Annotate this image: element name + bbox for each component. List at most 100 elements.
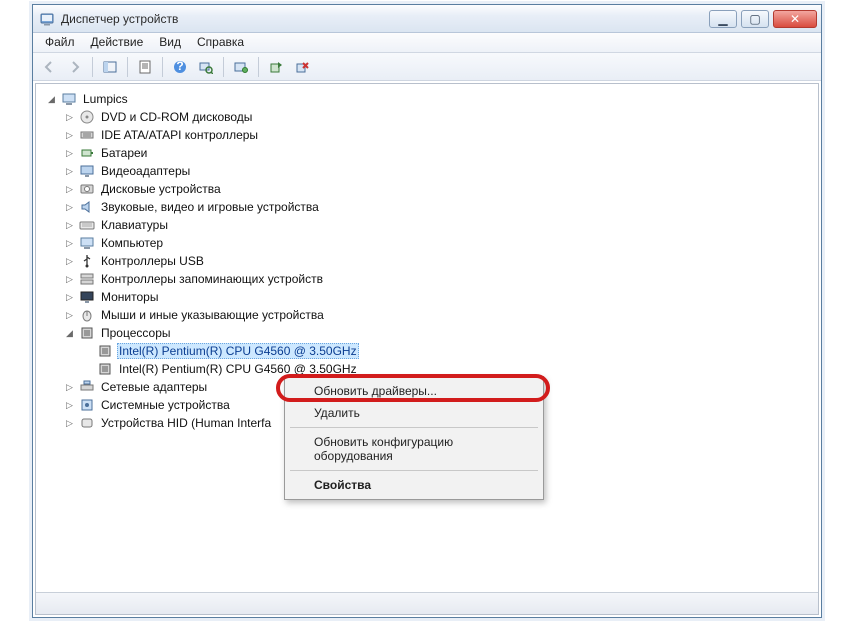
tree-node-label: Процессоры	[99, 325, 173, 341]
tree-node-label: Устройства HID (Human Interfa	[99, 415, 273, 431]
disk-icon	[79, 181, 95, 197]
expander-closed-icon[interactable]: ▷	[64, 418, 75, 429]
battery-icon	[79, 145, 95, 161]
tree-node[interactable]: ▷ Клавиатуры	[64, 216, 814, 234]
maximize-button[interactable]: ▢	[741, 10, 769, 28]
device-manager-window: Диспетчер устройств ▁ ▢ ✕ Файл Действие …	[32, 4, 822, 618]
monitor-icon	[79, 289, 95, 305]
menu-view[interactable]: Вид	[151, 33, 189, 52]
ide-icon	[79, 127, 95, 143]
expander-closed-icon[interactable]: ▷	[64, 382, 75, 393]
tree-node-label: Контроллеры USB	[99, 253, 206, 269]
audio-icon	[79, 199, 95, 215]
nav-back-button	[37, 56, 61, 78]
tree-node[interactable]: Intel(R) Pentium(R) CPU G4560 @ 3.50GHz	[82, 342, 814, 360]
tree-node-label: Батареи	[99, 145, 149, 161]
toolbar: ?	[33, 53, 821, 81]
usb-icon	[79, 253, 95, 269]
expander-closed-icon[interactable]: ▷	[64, 130, 75, 141]
expander-closed-icon[interactable]: ▷	[64, 292, 75, 303]
toolbar-separator	[162, 57, 163, 77]
system-icon	[79, 397, 95, 413]
tree-node[interactable]: ▷ DVD и CD-ROM дисководы	[64, 108, 814, 126]
cpu-icon	[97, 343, 113, 359]
window-title: Диспетчер устройств	[61, 12, 705, 26]
tree-node[interactable]: ▷Контроллеры запоминающих устройств	[64, 270, 814, 288]
toolbar-separator	[127, 57, 128, 77]
tree-node-label: Сетевые адаптеры	[99, 379, 209, 395]
keyboard-icon	[79, 217, 95, 233]
device-tree[interactable]: ◢ Lumpics ▷ DVD и CD-ROM дисководы ▷ IDE AT…	[36, 84, 818, 592]
minimize-button[interactable]: ▁	[709, 10, 737, 28]
network-icon	[79, 379, 95, 395]
tree-node[interactable]: ▷ Батареи	[64, 144, 814, 162]
tree-node[interactable]: ▷ Мониторы	[64, 288, 814, 306]
context-separator	[290, 427, 538, 428]
computer-icon	[79, 235, 95, 251]
menu-file[interactable]: Файл	[37, 33, 83, 52]
close-button[interactable]: ✕	[773, 10, 817, 28]
toolbar-separator	[92, 57, 93, 77]
tree-node[interactable]: ▷ Звуковые, видео и игровые устройства	[64, 198, 814, 216]
tree-node[interactable]: ▷ Дисковые устройства	[64, 180, 814, 198]
tree-root-label: Lumpics	[81, 91, 130, 107]
tree-node-label: IDE ATA/ATAPI контроллеры	[99, 127, 260, 143]
svg-text:?: ?	[176, 60, 183, 73]
display-icon	[79, 163, 95, 179]
expander-closed-icon[interactable]: ▷	[64, 148, 75, 159]
disc-icon	[79, 109, 95, 125]
context-refresh-config[interactable]: Обновить конфигурацию оборудования	[288, 431, 540, 467]
context-properties[interactable]: Свойства	[288, 474, 540, 496]
cpu-icon	[97, 361, 113, 377]
expander-closed-icon[interactable]: ▷	[64, 238, 75, 249]
properties-button[interactable]	[133, 56, 157, 78]
tree-node[interactable]: ▷Видеоадаптеры	[64, 162, 814, 180]
menubar: Файл Действие Вид Справка	[33, 33, 821, 53]
titlebar[interactable]: Диспетчер устройств ▁ ▢ ✕	[33, 5, 821, 33]
expander-open-icon[interactable]: ◢	[64, 328, 75, 339]
tree-node[interactable]: ▷ Мыши и иные указывающие устройства	[64, 306, 814, 324]
client-area: ◢ Lumpics ▷ DVD и CD-ROM дисководы ▷ IDE AT…	[35, 83, 819, 615]
menu-action[interactable]: Действие	[83, 33, 152, 52]
expander-closed-icon[interactable]: ▷	[64, 166, 75, 177]
expander-closed-icon[interactable]: ▷	[64, 202, 75, 213]
update-driver-toolbar-button[interactable]	[264, 56, 288, 78]
tree-node-label: Звуковые, видео и игровые устройства	[99, 199, 321, 215]
tree-node-label: Мониторы	[99, 289, 160, 305]
context-update-drivers[interactable]: Обновить драйверы...	[288, 380, 540, 402]
tree-node-label: DVD и CD-ROM дисководы	[99, 109, 254, 125]
context-separator	[290, 470, 538, 471]
storage-icon	[79, 271, 95, 287]
expander-closed-icon[interactable]: ▷	[64, 220, 75, 231]
app-icon	[39, 11, 55, 27]
tree-node[interactable]: ◢ Процессоры	[64, 324, 814, 342]
hid-icon	[79, 415, 95, 431]
computer-icon	[61, 91, 77, 107]
help-button[interactable]: ?	[168, 56, 192, 78]
scan-hardware-button[interactable]	[194, 56, 218, 78]
expander-closed-icon[interactable]: ▷	[64, 400, 75, 411]
tree-node-label: Intel(R) Pentium(R) CPU G4560 @ 3.50GHz	[117, 361, 359, 377]
tree-node-label: Мыши и иные указывающие устройства	[99, 307, 326, 323]
expander-closed-icon[interactable]: ▷	[64, 310, 75, 321]
context-menu: Обновить драйверы... Удалить Обновить ко…	[284, 376, 544, 500]
expander-closed-icon[interactable]: ▷	[64, 184, 75, 195]
show-hide-console-button[interactable]	[98, 56, 122, 78]
expander-closed-icon[interactable]: ▷	[64, 274, 75, 285]
tree-root[interactable]: ◢ Lumpics	[46, 90, 814, 108]
cpu-icon	[79, 325, 95, 341]
tree-node[interactable]: ▷ IDE ATA/ATAPI контроллеры	[64, 126, 814, 144]
tree-node[interactable]: ▷ Контроллеры USB	[64, 252, 814, 270]
context-remove[interactable]: Удалить	[288, 402, 540, 424]
uninstall-toolbar-button[interactable]	[290, 56, 314, 78]
menu-help[interactable]: Справка	[189, 33, 252, 52]
tree-node-label: Клавиатуры	[99, 217, 170, 233]
expander-closed-icon[interactable]: ▷	[64, 112, 75, 123]
tree-node-label: Компьютер	[99, 235, 165, 251]
console-tree-button[interactable]	[229, 56, 253, 78]
tree-node[interactable]: ▷ Компьютер	[64, 234, 814, 252]
expander-icon[interactable]: ◢	[46, 94, 57, 105]
tree-node-label: Дисковые устройства	[99, 181, 223, 197]
expander-closed-icon[interactable]: ▷	[64, 256, 75, 267]
mouse-icon	[79, 307, 95, 323]
